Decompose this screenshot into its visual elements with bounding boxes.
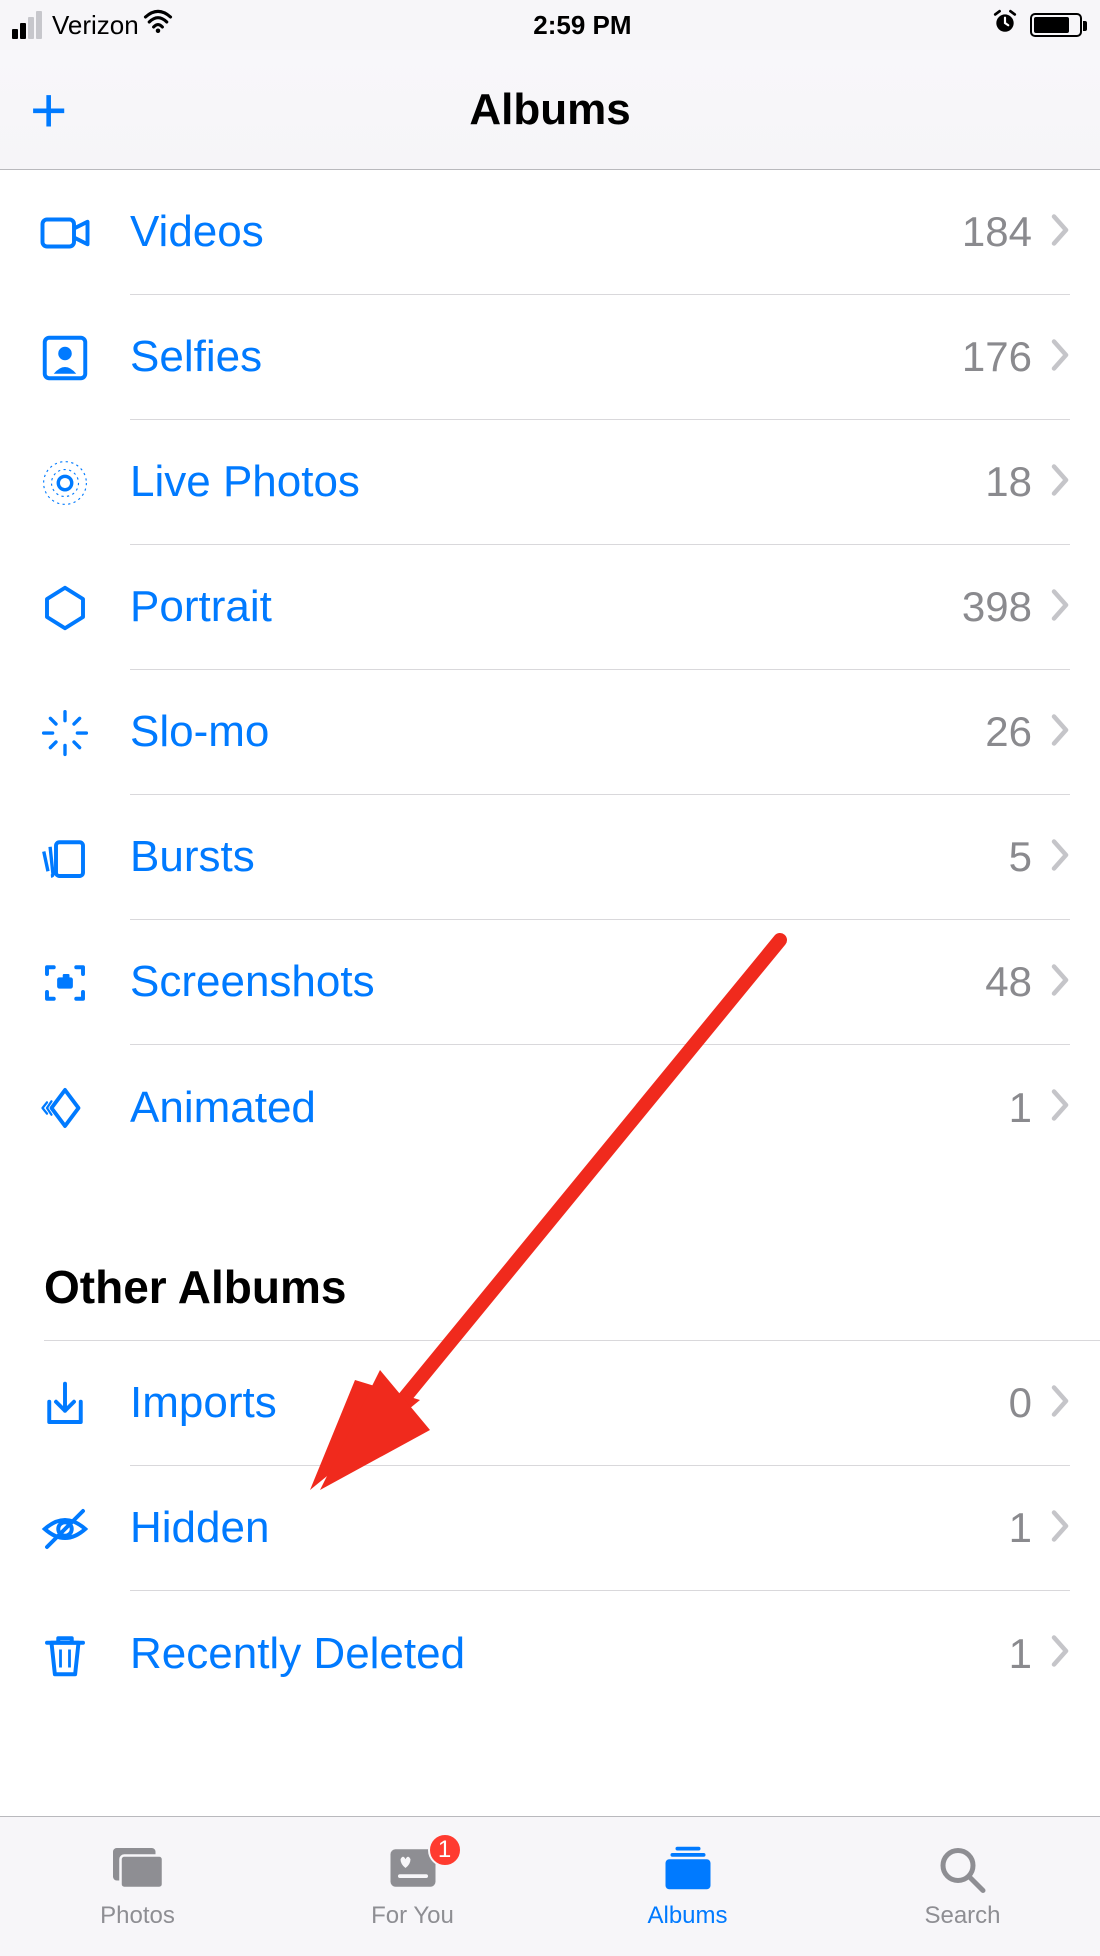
search-tab-icon	[932, 1843, 994, 1898]
tab-label: Search	[924, 1902, 1000, 1930]
row-label: Selfies	[130, 332, 962, 382]
row-label: Live Photos	[130, 457, 985, 507]
battery-icon	[1030, 13, 1082, 37]
row-label: Animated	[130, 1083, 1009, 1133]
video-icon	[0, 206, 130, 260]
signal-strength-icon	[8, 11, 42, 39]
add-button[interactable]: +	[30, 78, 67, 142]
hidden-icon	[0, 1502, 130, 1556]
media-types-list: Videos 184 Selfies 176 Live Photos 18 Po…	[0, 170, 1100, 1170]
status-bar: Verizon 2:59 PM	[0, 0, 1100, 50]
chevron-right-icon	[1050, 462, 1070, 503]
row-count: 1	[1009, 1630, 1032, 1678]
row-count: 18	[985, 458, 1032, 506]
other-albums-list: Imports 0 Hidden 1 Recently Deleted 1	[0, 1341, 1100, 1716]
row-slo-mo[interactable]: Slo-mo 26	[0, 670, 1100, 795]
chevron-right-icon	[1050, 1508, 1070, 1549]
nav-bar: + Albums	[0, 50, 1100, 170]
chevron-right-icon	[1050, 1633, 1070, 1674]
trash-icon	[0, 1627, 130, 1681]
chevron-right-icon	[1050, 212, 1070, 253]
chevron-right-icon	[1050, 962, 1070, 1003]
row-count: 398	[962, 583, 1032, 631]
albums-tab-icon	[657, 1843, 719, 1898]
animated-icon	[0, 1081, 130, 1135]
for-you-tab-icon: 1	[382, 1843, 444, 1898]
row-videos[interactable]: Videos 184	[0, 170, 1100, 295]
row-count: 48	[985, 958, 1032, 1006]
row-count: 26	[985, 708, 1032, 756]
row-animated[interactable]: Animated 1	[0, 1045, 1100, 1170]
row-label: Hidden	[130, 1503, 1009, 1553]
alarm-icon	[992, 9, 1018, 42]
section-header-other-albums: Other Albums	[0, 1170, 1100, 1340]
clock-time: 2:59 PM	[533, 10, 631, 41]
chevron-right-icon	[1050, 587, 1070, 628]
tab-label: Photos	[100, 1902, 175, 1930]
bursts-icon	[0, 831, 130, 885]
wifi-icon	[143, 7, 173, 44]
row-portrait[interactable]: Portrait 398	[0, 545, 1100, 670]
tab-photos[interactable]: Photos	[0, 1817, 275, 1956]
row-screenshots[interactable]: Screenshots 48	[0, 920, 1100, 1045]
tab-for-you[interactable]: 1 For You	[275, 1817, 550, 1956]
slomo-icon	[0, 706, 130, 760]
row-count: 1	[1009, 1504, 1032, 1552]
chevron-right-icon	[1050, 1087, 1070, 1128]
row-count: 184	[962, 208, 1032, 256]
screenshots-icon	[0, 956, 130, 1010]
row-count: 5	[1009, 833, 1032, 881]
portrait-icon	[0, 581, 130, 635]
chevron-right-icon	[1050, 712, 1070, 753]
row-count: 176	[962, 333, 1032, 381]
carrier-label: Verizon	[52, 10, 139, 41]
tab-albums[interactable]: Albums	[550, 1817, 825, 1956]
row-selfies[interactable]: Selfies 176	[0, 295, 1100, 420]
import-icon	[0, 1377, 130, 1431]
tab-label: For You	[371, 1902, 454, 1930]
row-live-photos[interactable]: Live Photos 18	[0, 420, 1100, 545]
row-imports[interactable]: Imports 0	[0, 1341, 1100, 1466]
row-label: Recently Deleted	[130, 1629, 1009, 1679]
page-title: Albums	[469, 85, 630, 135]
live-photos-icon	[0, 456, 130, 510]
row-label: Portrait	[130, 582, 962, 632]
row-label: Screenshots	[130, 957, 985, 1007]
tab-bar: Photos 1 For You Albums Search	[0, 1816, 1100, 1956]
row-hidden[interactable]: Hidden 1	[0, 1466, 1100, 1591]
selfie-icon	[0, 331, 130, 385]
tab-label: Albums	[647, 1902, 727, 1930]
chevron-right-icon	[1050, 837, 1070, 878]
row-label: Imports	[130, 1378, 1009, 1428]
badge: 1	[428, 1833, 462, 1867]
chevron-right-icon	[1050, 337, 1070, 378]
row-label: Bursts	[130, 832, 1009, 882]
row-label: Videos	[130, 207, 962, 257]
chevron-right-icon	[1050, 1383, 1070, 1424]
tab-search[interactable]: Search	[825, 1817, 1100, 1956]
row-count: 0	[1009, 1379, 1032, 1427]
photos-tab-icon	[107, 1843, 169, 1898]
row-label: Slo-mo	[130, 707, 985, 757]
row-recently-deleted[interactable]: Recently Deleted 1	[0, 1591, 1100, 1716]
row-count: 1	[1009, 1084, 1032, 1132]
row-bursts[interactable]: Bursts 5	[0, 795, 1100, 920]
